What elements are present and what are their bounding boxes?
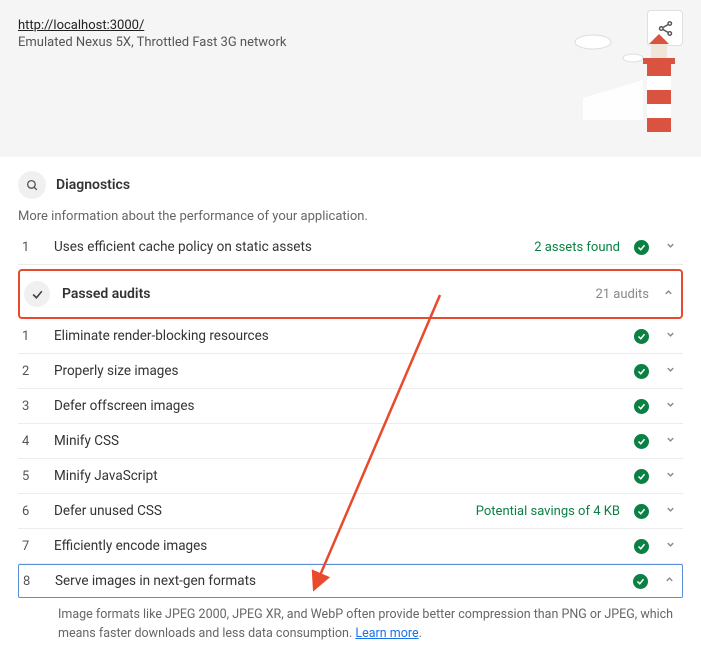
diagnostics-section: Diagnostics More information about the p… bbox=[0, 157, 701, 648]
chevron-up-icon[interactable] bbox=[662, 574, 676, 589]
row-index: 7 bbox=[22, 539, 40, 554]
audit-row[interactable]: 6 Defer unused CSS Potential savings of 4 … bbox=[18, 494, 683, 529]
audit-detail: Image formats like JPEG 2000, JPEG XR, a… bbox=[18, 598, 683, 648]
learn-more-link[interactable]: Learn more bbox=[355, 626, 418, 641]
passed-audits-list: 1 Eliminate render-blocking resources 2 Pro… bbox=[18, 319, 683, 598]
check-icon bbox=[634, 504, 649, 519]
audit-row[interactable]: 8 Serve images in next-gen formats bbox=[18, 564, 683, 598]
row-label: Eliminate render-blocking resources bbox=[54, 328, 606, 344]
row-label: Properly size images bbox=[54, 363, 606, 379]
passed-audits-count: 21 audits bbox=[595, 287, 649, 302]
checkmark-icon bbox=[24, 281, 50, 307]
row-label: Defer unused CSS bbox=[54, 503, 462, 519]
row-label: Minify JavaScript bbox=[54, 468, 606, 484]
row-suffix: 2 assets found bbox=[534, 240, 620, 255]
chevron-down-icon[interactable] bbox=[663, 364, 677, 379]
diagnostics-header: Diagnostics bbox=[18, 167, 683, 203]
audit-detail-after: . bbox=[419, 626, 422, 641]
check-icon bbox=[634, 240, 649, 255]
diagnostics-title: Diagnostics bbox=[56, 177, 130, 193]
row-index: 8 bbox=[23, 574, 41, 589]
chevron-down-icon[interactable] bbox=[663, 329, 677, 344]
chevron-down-icon[interactable] bbox=[663, 504, 677, 519]
check-icon bbox=[634, 469, 649, 484]
passed-audits-label: Passed audits bbox=[62, 286, 583, 302]
passed-audits-toggle[interactable]: Passed audits 21 audits bbox=[18, 269, 683, 319]
lighthouse-illustration bbox=[563, 30, 683, 150]
row-label: Efficiently encode images bbox=[54, 538, 606, 554]
check-icon bbox=[634, 399, 649, 414]
audit-row[interactable]: 3 Defer offscreen images bbox=[18, 389, 683, 424]
audit-row[interactable]: 1 Eliminate render-blocking resources bbox=[18, 319, 683, 354]
row-label: Serve images in next-gen formats bbox=[55, 573, 605, 589]
row-label: Minify CSS bbox=[54, 433, 606, 449]
row-index: 2 bbox=[22, 364, 40, 379]
audit-row[interactable]: 5 Minify JavaScript bbox=[18, 459, 683, 494]
row-label: Defer offscreen images bbox=[54, 398, 606, 414]
report-url-link[interactable]: http://localhost:3000/ bbox=[18, 18, 144, 33]
check-icon bbox=[634, 329, 649, 344]
check-icon bbox=[634, 434, 649, 449]
chevron-down-icon[interactable] bbox=[663, 469, 677, 484]
check-icon bbox=[633, 574, 648, 589]
diagnostics-subtitle: More information about the performance o… bbox=[18, 209, 683, 224]
chevron-down-icon[interactable] bbox=[663, 240, 677, 255]
diagnostic-row[interactable]: 1 Uses efficient cache policy on static … bbox=[18, 230, 683, 265]
header-band: http://localhost:3000/ Emulated Nexus 5X… bbox=[0, 0, 701, 157]
chevron-down-icon[interactable] bbox=[663, 434, 677, 449]
row-index: 1 bbox=[22, 329, 40, 344]
audit-row[interactable]: 2 Properly size images bbox=[18, 354, 683, 389]
chevron-down-icon[interactable] bbox=[663, 399, 677, 414]
audit-row[interactable]: 4 Minify CSS bbox=[18, 424, 683, 459]
magnifier-icon bbox=[18, 171, 46, 199]
row-label: Uses efficient cache policy on static as… bbox=[54, 239, 520, 255]
row-index: 4 bbox=[22, 434, 40, 449]
row-suffix: Potential savings of 4 KB bbox=[476, 504, 620, 519]
check-icon bbox=[634, 364, 649, 379]
chevron-down-icon[interactable] bbox=[663, 539, 677, 554]
audit-row[interactable]: 7 Efficiently encode images bbox=[18, 529, 683, 564]
row-index: 1 bbox=[22, 240, 40, 255]
check-icon bbox=[634, 539, 649, 554]
row-index: 6 bbox=[22, 504, 40, 519]
row-index: 3 bbox=[22, 399, 40, 414]
row-index: 5 bbox=[22, 469, 40, 484]
chevron-up-icon[interactable] bbox=[661, 287, 675, 302]
